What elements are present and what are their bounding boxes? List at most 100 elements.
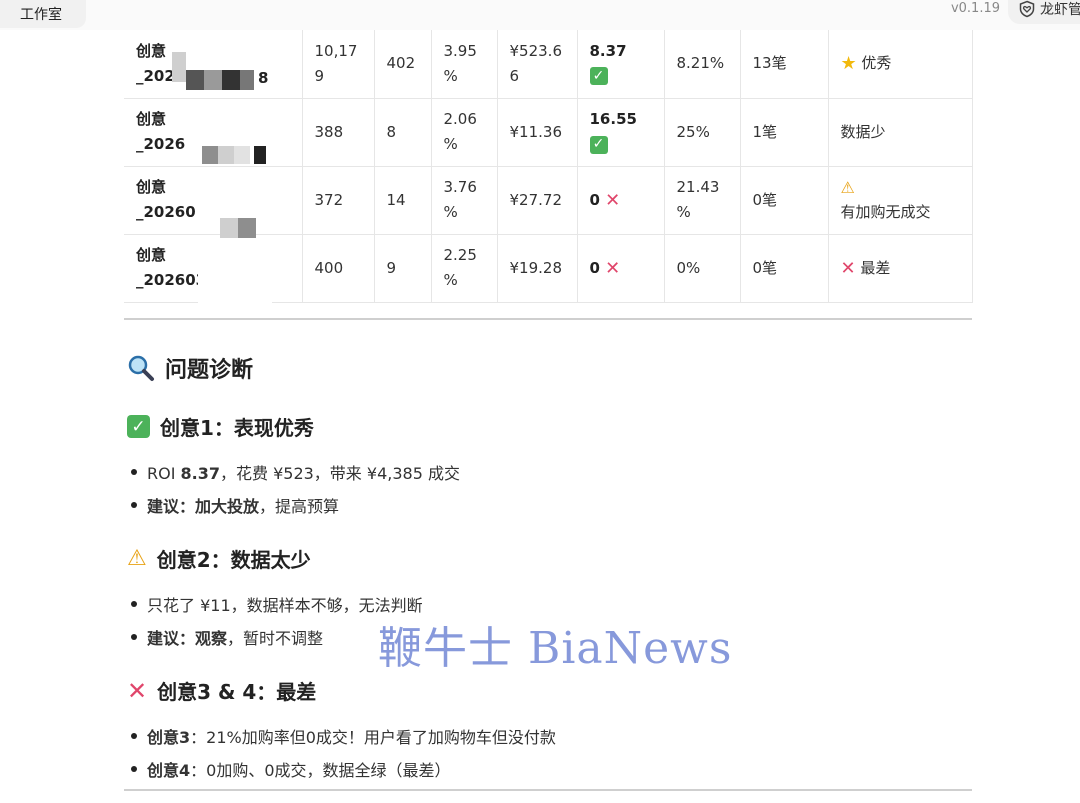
check-icon: ✓: [589, 135, 608, 154]
warning-icon: ⚠: [127, 546, 147, 571]
list-item: 建议：加大投放，提高预算: [131, 493, 339, 517]
cell-line: 3.95: [443, 41, 477, 60]
cart-rate-cell: 8.21%: [664, 30, 741, 99]
list-item: ROI 8.37，花费 ¥523，带来 ¥4,385 成交: [131, 460, 460, 484]
section-heading-creative-2: ⚠ 创意2：数据太少: [127, 546, 311, 572]
cell-line: ¥27.72: [509, 190, 563, 209]
cell-line: 6: [509, 66, 520, 85]
shield-heart-icon: [1019, 0, 1035, 18]
watermark: 鞭牛士 BiaNews: [378, 623, 733, 674]
clicks-cell: 9: [374, 234, 432, 303]
cell-line: 21.43: [676, 178, 720, 196]
ctr-cell: 3.76%: [431, 166, 498, 235]
document-content: 创意 _202 10,17 9 402 3.95% ¥523.6 6 8.37 ✓ 8.21% 13笔…: [0, 30, 1080, 803]
cross-icon: ✕: [840, 257, 856, 279]
cell-line: %: [443, 271, 458, 289]
magnifier-icon: [128, 355, 154, 381]
impressions-cell: 400: [302, 234, 375, 303]
roi-value: 16.55: [589, 110, 637, 128]
spend-cell: ¥523.6 6: [497, 30, 578, 99]
bullet-dot: [131, 733, 137, 739]
cross-icon: ✕: [605, 257, 621, 279]
cell-line: 9: [314, 66, 325, 85]
verdict-cell: ★ 优秀: [828, 30, 973, 99]
impressions-cell: 372: [302, 166, 375, 235]
cell-line: 400: [314, 258, 344, 277]
cart-rate-cell: 0%: [664, 234, 741, 303]
mosaic-block: [202, 146, 218, 164]
section-heading-creative-1: ✓ 创意1：表现优秀: [127, 412, 314, 441]
cell-line: ¥523.6: [509, 41, 563, 60]
mosaic-block: [220, 218, 238, 238]
impressions-cell: 10,17 9: [302, 30, 375, 99]
brand-badge[interactable]: 龙虾管: [1008, 0, 1080, 24]
roi-cell: 0 ✕: [577, 166, 665, 235]
impressions-cell: 388: [302, 98, 375, 167]
star-icon: ★: [840, 53, 857, 75]
orders-cell: 1笔: [740, 98, 829, 167]
diagnosis-title: 问题诊断: [165, 358, 254, 383]
cell-line: %: [443, 203, 458, 221]
check-icon: ✓: [589, 67, 608, 86]
brand-label: 龙虾管: [1040, 2, 1080, 18]
ctr-cell: 3.95%: [431, 30, 498, 99]
cell-line: ¥11.36: [509, 122, 563, 141]
creative-name-tail: 8: [256, 69, 269, 87]
cross-icon: ✕: [127, 676, 148, 705]
spend-cell: ¥27.72: [497, 166, 578, 235]
mosaic-block: [234, 146, 250, 164]
spend-cell: ¥11.36: [497, 98, 578, 167]
cell-line: 2.25: [443, 246, 477, 264]
check-icon: ✓: [127, 415, 150, 438]
roi-cell: 8.37 ✓: [577, 30, 665, 99]
studio-tab-label: 工作室: [20, 7, 62, 23]
clicks-cell: 8: [374, 98, 432, 167]
clicks-cell: 402: [374, 30, 432, 99]
cart-rate-cell: 21.43%: [664, 166, 741, 235]
mosaic-block: [238, 218, 256, 238]
studio-tab[interactable]: 工作室: [0, 0, 86, 28]
cell-line: 388: [314, 122, 344, 141]
cell-line: 2.06: [443, 110, 477, 128]
privacy-mask: [198, 240, 272, 320]
cell-line: 372: [314, 190, 344, 209]
orders-cell: 0笔: [740, 234, 829, 303]
bullet-dot: [131, 766, 137, 772]
ctr-cell: 2.25%: [431, 234, 498, 303]
mosaic-block: [204, 70, 222, 90]
bullet-dot: [131, 502, 137, 508]
cell-line: %: [676, 203, 691, 221]
ctr-cell: 2.06%: [431, 98, 498, 167]
spend-cell: ¥19.28: [497, 234, 578, 303]
cell-line: 3.76: [443, 178, 477, 196]
cell-line: %: [443, 66, 458, 85]
cell-line: 0%: [676, 258, 701, 277]
section-heading-creative-3-4: ✕ 创意3 & 4：最差: [127, 676, 317, 705]
list-item: 建议：观察，暂时不调整: [131, 625, 323, 649]
bullet-dot: [131, 469, 137, 475]
cell-line: ¥19.28: [509, 258, 563, 277]
list-item: 创意4：0加购、0成交，数据全绿（最差）: [131, 757, 451, 781]
clicks-cell: 14: [374, 166, 432, 235]
cross-icon: ✕: [605, 189, 621, 211]
version-label: v0.1.19: [950, 1, 1000, 16]
verdict-cell: ⚠ 有加购无成交: [828, 166, 973, 235]
diagnosis-heading: 问题诊断: [127, 352, 253, 384]
privacy-mask: [216, 310, 256, 324]
cell-line: %: [443, 135, 458, 153]
verdict-cell: 数据少: [828, 98, 973, 167]
cell-line: 8.21%: [676, 54, 725, 73]
roi-value: 8.37: [589, 41, 627, 60]
mosaic-block: [222, 70, 240, 90]
mosaic-block: [186, 70, 204, 90]
orders-cell: 0笔: [740, 166, 829, 235]
mosaic-block: [240, 70, 254, 90]
mosaic-block: [172, 52, 186, 82]
orders-cell: 13笔: [740, 30, 829, 99]
roi-value: 0: [589, 190, 600, 209]
cell-line: 10,17: [314, 41, 358, 60]
mosaic-block: [218, 146, 234, 164]
roi-value: 0: [589, 258, 600, 277]
roi-cell: 0 ✕: [577, 234, 665, 303]
warning-icon: ⚠: [840, 178, 855, 197]
